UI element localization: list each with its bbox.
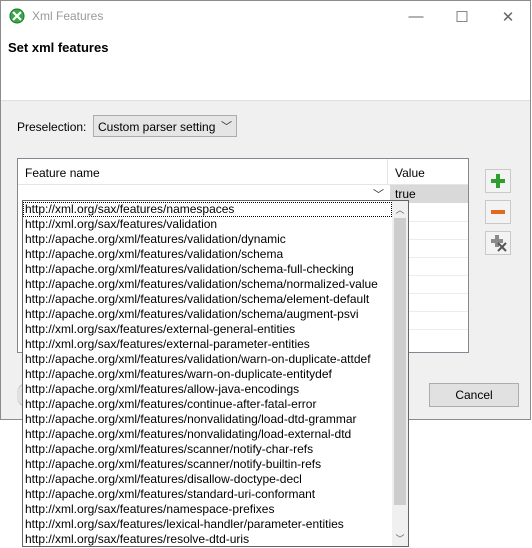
list-item[interactable]: http://apache.org/xml/features/validatio… <box>23 352 392 367</box>
scroll-up-icon[interactable]: ︿ <box>392 201 408 217</box>
list-item[interactable]: http://xml.org/sax/features/namespaces <box>23 202 392 217</box>
add-button[interactable] <box>485 169 511 193</box>
list-item[interactable]: http://apache.org/xml/features/nonvalida… <box>23 412 392 427</box>
list-item[interactable]: http://apache.org/xml/features/scanner/n… <box>23 457 392 472</box>
delete-all-icon <box>491 235 507 252</box>
scroll-down-icon[interactable]: ﹀ <box>392 530 408 546</box>
dialog-header: Set xml features <box>1 32 530 101</box>
list-item[interactable]: http://xml.org/sax/features/validation <box>23 217 392 232</box>
list-item[interactable]: http://apache.org/xml/features/validatio… <box>23 232 392 247</box>
column-header-value[interactable]: Value <box>388 159 468 185</box>
dialog-heading: Set xml features <box>8 40 109 55</box>
title-bar[interactable]: Xml Features — ☐ ✕ <box>1 1 530 32</box>
maximize-icon: ☐ <box>455 8 469 26</box>
remove-button[interactable] <box>485 200 511 224</box>
close-button[interactable]: ✕ <box>485 1 531 32</box>
dropdown-options[interactable]: http://xml.org/sax/features/namespaces ht… <box>23 202 392 546</box>
remove-icon <box>491 210 505 214</box>
feature-name-dropdown-list[interactable]: http://xml.org/sax/features/namespaces ht… <box>22 200 409 547</box>
dropdown-scrollbar[interactable]: ︿ ﹀ <box>392 201 408 546</box>
preselection-select[interactable]: Custom parser setting ﹀ <box>93 115 237 137</box>
list-item[interactable]: http://apache.org/xml/features/validatio… <box>23 292 392 307</box>
list-item[interactable]: http://apache.org/xml/features/validatio… <box>23 262 392 277</box>
list-item[interactable]: http://xml.org/sax/features/lexical-hand… <box>23 517 392 532</box>
list-item[interactable]: http://xml.org/sax/features/resolve-dtd-… <box>23 532 392 546</box>
add-icon <box>491 174 505 188</box>
window-title: Xml Features <box>32 9 104 23</box>
list-item[interactable]: http://apache.org/xml/features/continue-… <box>23 397 392 412</box>
list-item[interactable]: http://apache.org/xml/features/validatio… <box>23 247 392 262</box>
list-item[interactable]: http://apache.org/xml/features/validatio… <box>23 277 392 292</box>
scrollbar-thumb[interactable] <box>394 218 406 505</box>
column-header-feature-name[interactable]: Feature name <box>18 159 388 185</box>
list-item[interactable]: http://apache.org/xml/features/nonvalida… <box>23 427 392 442</box>
app-icon <box>9 8 25 24</box>
maximize-button[interactable]: ☐ <box>439 1 485 32</box>
minimize-button[interactable]: — <box>393 1 439 32</box>
preselection-label: Preselection: <box>17 120 87 134</box>
list-item[interactable]: http://apache.org/xml/features/warn-on-d… <box>23 367 392 382</box>
chevron-down-icon: ﹀ <box>221 121 232 133</box>
list-item[interactable]: http://xml.org/sax/features/external-gen… <box>23 322 392 337</box>
list-item[interactable]: http://apache.org/xml/features/disallow-… <box>23 472 392 487</box>
delete-all-button[interactable] <box>485 231 511 255</box>
preselection-value: Custom parser setting <box>98 120 216 134</box>
minimize-icon: — <box>408 8 424 25</box>
list-item[interactable]: http://apache.org/xml/features/validatio… <box>23 307 392 322</box>
list-item[interactable]: http://apache.org/xml/features/allow-jav… <box>23 382 392 397</box>
close-icon: ✕ <box>501 8 515 26</box>
list-item[interactable]: http://apache.org/xml/features/standard-… <box>23 487 392 502</box>
list-item[interactable]: http://xml.org/sax/features/namespace-pr… <box>23 502 392 517</box>
list-item[interactable]: http://apache.org/xml/features/scanner/n… <box>23 442 392 457</box>
cancel-button[interactable]: Cancel <box>429 383 519 407</box>
list-item[interactable]: http://xml.org/sax/features/external-par… <box>23 337 392 352</box>
